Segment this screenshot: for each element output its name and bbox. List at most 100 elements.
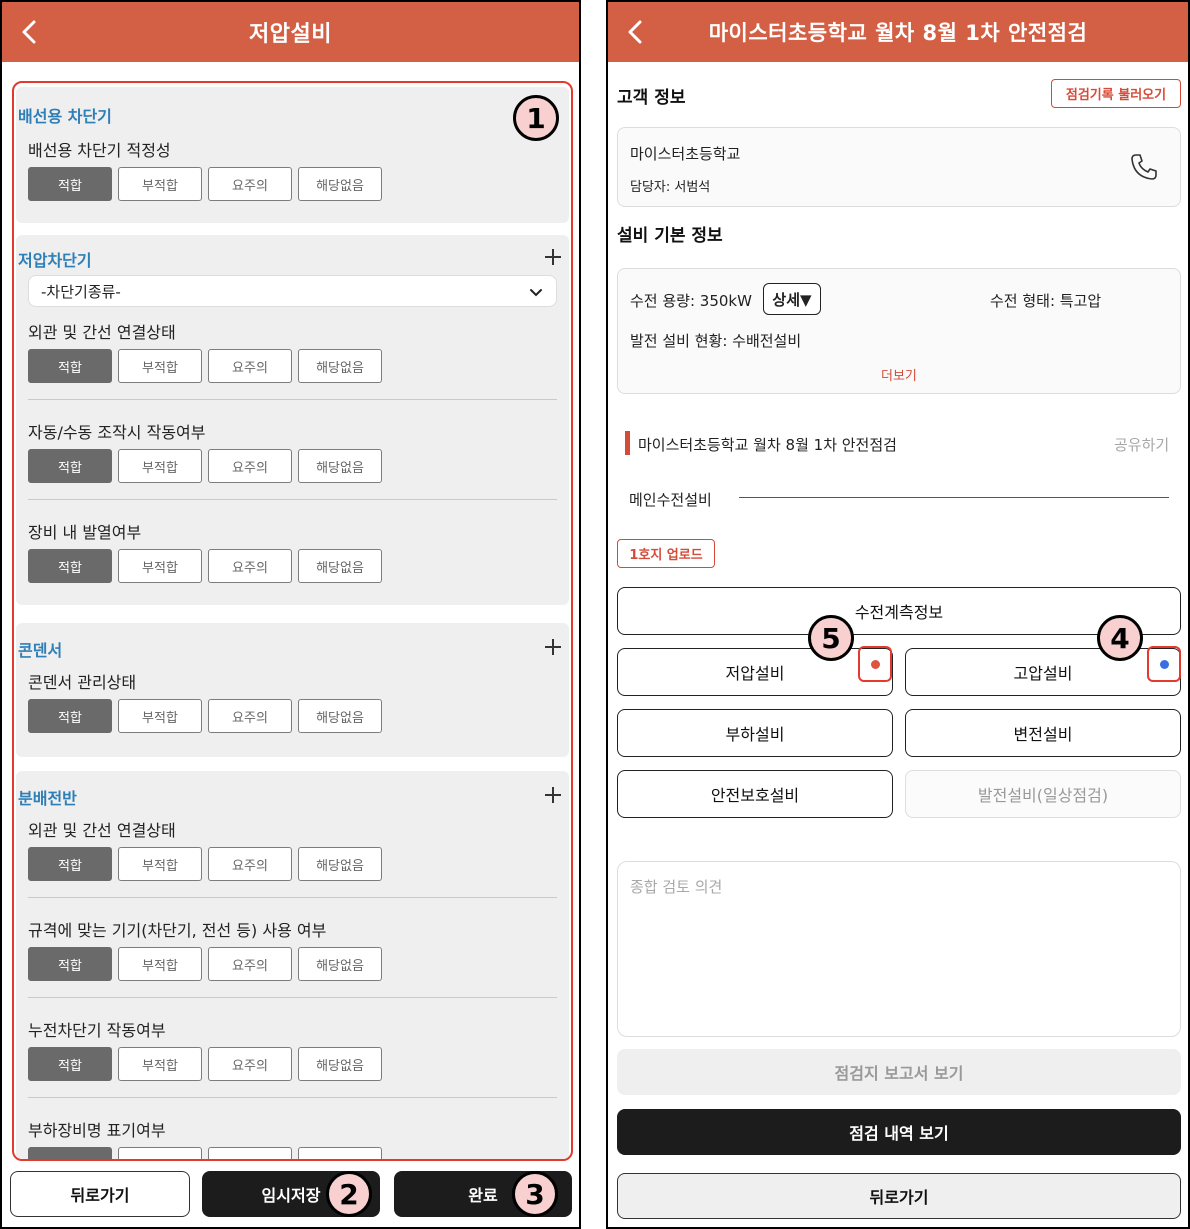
phone-icon[interactable] — [1129, 152, 1159, 182]
option-suitable[interactable]: 적합 — [28, 167, 112, 201]
divider — [28, 499, 557, 500]
share-link[interactable]: 공유하기 — [1114, 434, 1169, 455]
manager-name: 담당자: 서범석 — [630, 180, 711, 195]
option-not-applicable[interactable]: 해당없음 — [298, 847, 382, 881]
option-suitable[interactable]: 적합 — [28, 947, 112, 981]
meter-info-button[interactable]: 수전계측정보 — [617, 587, 1181, 635]
title-accent-bar — [625, 431, 630, 455]
customer-name: 마이스터초등학교 — [630, 145, 741, 163]
option-not-applicable[interactable]: 해당없음 — [298, 1047, 382, 1081]
option-unsuitable[interactable]: 부적합 — [118, 699, 202, 733]
option-unsuitable[interactable]: 부적합 — [118, 847, 202, 881]
option-unsuitable[interactable]: 부적합 — [118, 349, 202, 383]
option-unsuitable[interactable] — [118, 1147, 202, 1159]
safety-protection-button[interactable]: 안전보호설비 — [617, 770, 893, 818]
generation-daily-button[interactable]: 발전설비(일상점검) — [905, 770, 1181, 818]
option-group: 적합 부적합 요주의 해당없음 — [28, 167, 382, 201]
option-suitable[interactable]: 적합 — [28, 549, 112, 583]
option-suitable[interactable]: 적합 — [28, 1047, 112, 1081]
option-caution[interactable]: 요주의 — [208, 449, 292, 483]
divider — [28, 997, 557, 998]
divider — [739, 497, 1169, 498]
highlight-box — [858, 646, 892, 682]
check-item-label: 외관 및 간선 연결상태 — [28, 323, 176, 342]
generation-text: 발전 설비 현황: 수배전설비 — [630, 332, 802, 350]
option-caution[interactable]: 요주의 — [208, 699, 292, 733]
callout-badge-3: 3 — [512, 1171, 558, 1217]
customer-card: 마이스터초등학교 담당자: 서범석 — [617, 127, 1181, 207]
breaker-type-select[interactable]: -차단기종류- — [28, 275, 557, 307]
option-group: 적합 부적합 요주의 해당없음 — [28, 449, 382, 483]
back-arrow-icon[interactable] — [622, 16, 650, 48]
inspection-title: 마이스터초등학교 월차 8월 1차 안전점검 — [638, 436, 897, 454]
inspection-screen: 마이스터초등학교 월차 8월 1차 안전점검 고객 정보 점검기록 불러오기 마… — [606, 0, 1190, 1229]
main-equipment-label: 메인수전설비 — [629, 491, 712, 509]
option-caution[interactable]: 요주의 — [208, 1047, 292, 1081]
option-not-applicable[interactable]: 해당없음 — [298, 167, 382, 201]
select-value: -차단기종류- — [41, 282, 121, 301]
option-suitable[interactable] — [28, 1147, 112, 1159]
high-voltage-button[interactable]: 고압설비 — [905, 648, 1181, 696]
check-item-label: 외관 및 간선 연결상태 — [28, 821, 176, 840]
plus-icon[interactable] — [543, 247, 563, 267]
option-not-applicable[interactable]: 해당없음 — [298, 349, 382, 383]
option-not-applicable[interactable]: 해당없음 — [298, 549, 382, 583]
back-arrow-icon[interactable] — [16, 16, 44, 48]
option-suitable[interactable]: 적합 — [28, 449, 112, 483]
textarea-placeholder: 종합 검토 의견 — [630, 878, 723, 896]
customer-heading: 고객 정보 — [617, 88, 686, 108]
divider — [28, 897, 557, 898]
option-suitable[interactable]: 적합 — [28, 699, 112, 733]
option-unsuitable[interactable]: 부적합 — [118, 947, 202, 981]
plus-icon[interactable] — [543, 637, 563, 657]
option-caution[interactable]: 요주의 — [208, 349, 292, 383]
back-button[interactable]: 뒤로가기 — [617, 1173, 1181, 1219]
check-item-label: 누전차단기 작동여부 — [28, 1021, 166, 1040]
checklist-scroll-area[interactable]: 배선용 차단기 배선용 차단기 적정성 적합 부적합 요주의 해당없음 저압차단… — [12, 81, 573, 1161]
callout-badge-4: 4 — [1097, 615, 1143, 661]
callout-badge-1: 1 — [513, 95, 559, 141]
option-suitable[interactable]: 적합 — [28, 349, 112, 383]
option-group: 적합 부적합 요주의 해당없음 — [28, 1047, 382, 1081]
back-button[interactable]: 뒤로가기 — [10, 1171, 190, 1217]
load-equipment-button[interactable]: 부하설비 — [617, 709, 893, 757]
highlight-box — [1147, 646, 1181, 682]
option-unsuitable[interactable]: 부적합 — [118, 449, 202, 483]
more-link[interactable]: 더보기 — [881, 365, 917, 384]
button-label: 저압설비 — [725, 664, 785, 683]
option-unsuitable[interactable]: 부적합 — [118, 167, 202, 201]
low-voltage-button[interactable]: 저압설비 — [617, 648, 893, 696]
option-caution[interactable]: 요주의 — [208, 847, 292, 881]
option-not-applicable[interactable]: 해당없음 — [298, 449, 382, 483]
option-group: 적합 부적합 요주의 해당없음 — [28, 349, 382, 383]
section-title: 저압차단기 — [18, 251, 92, 270]
check-item-label: 장비 내 발열여부 — [28, 523, 142, 542]
receive-type-text: 수전 형태: 특고압 — [990, 292, 1102, 310]
option-unsuitable[interactable]: 부적합 — [118, 549, 202, 583]
callout-badge-2: 2 — [326, 1171, 372, 1217]
detail-toggle-button[interactable]: 상세▼ — [763, 283, 821, 315]
option-unsuitable[interactable]: 부적합 — [118, 1047, 202, 1081]
substation-button[interactable]: 변전설비 — [905, 709, 1181, 757]
equipment-heading: 설비 기본 정보 — [617, 226, 723, 246]
history-view-button[interactable]: 점검 내역 보기 — [617, 1109, 1181, 1155]
load-record-button[interactable]: 점검기록 불러오기 — [1051, 79, 1181, 108]
check-item-label: 규격에 맞는 기기(차단기, 전선 등) 사용 여부 — [28, 921, 327, 940]
page-title: 저압설비 — [249, 22, 332, 47]
option-caution[interactable] — [208, 1147, 292, 1159]
option-suitable[interactable]: 적합 — [28, 847, 112, 881]
option-caution[interactable]: 요주의 — [208, 167, 292, 201]
option-not-applicable[interactable]: 해당없음 — [298, 699, 382, 733]
upload-button[interactable]: 1호지 업로드 — [617, 539, 715, 568]
option-group: 적합 부적합 요주의 해당없음 — [28, 847, 382, 881]
review-comment-textarea[interactable]: 종합 검토 의견 — [617, 861, 1181, 1037]
option-not-applicable[interactable]: 해당없음 — [298, 947, 382, 981]
option-group — [28, 1147, 382, 1159]
plus-icon[interactable] — [543, 785, 563, 805]
option-caution[interactable]: 요주의 — [208, 947, 292, 981]
report-view-button[interactable]: 점검지 보고서 보기 — [617, 1049, 1181, 1095]
header-bar: 저압설비 — [2, 2, 579, 62]
capacity-text: 수전 용량: 350kW — [630, 292, 752, 310]
option-not-applicable[interactable] — [298, 1147, 382, 1159]
option-caution[interactable]: 요주의 — [208, 549, 292, 583]
